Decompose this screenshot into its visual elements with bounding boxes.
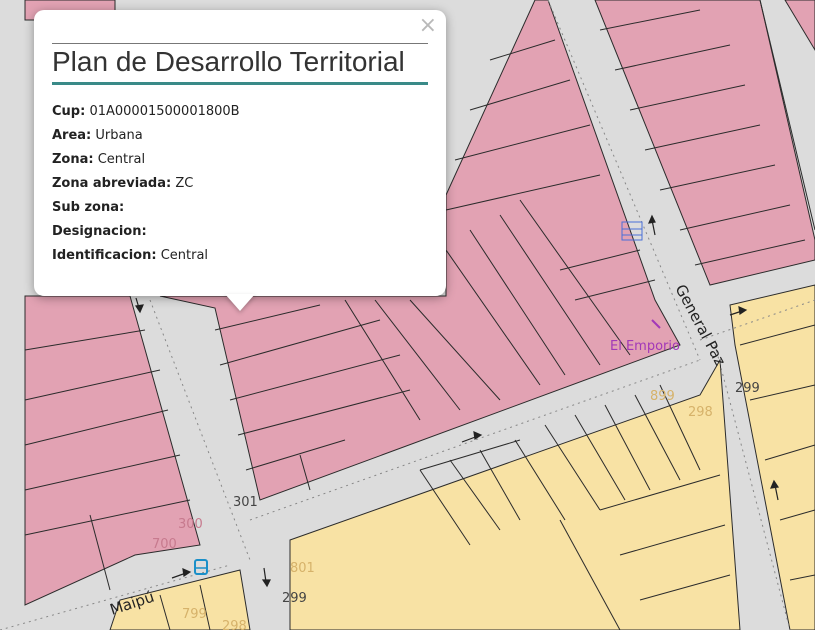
- attribute-label: Identificacion:: [52, 248, 157, 263]
- attribute-list: Cup: 01A00001500001800B Area: Urbana Zon…: [52, 100, 240, 268]
- popup-pointer: [225, 294, 255, 311]
- popup-title: Plan de Desarrollo Territorial: [52, 43, 428, 85]
- attribute-row-zona-abreviada: Zona abreviada: ZC: [52, 172, 240, 196]
- house-number: 301: [233, 495, 258, 510]
- close-icon[interactable]: ×: [419, 15, 437, 37]
- attribute-value: Urbana: [95, 128, 143, 143]
- house-number: 298: [688, 405, 713, 420]
- house-number: 801: [290, 561, 315, 576]
- house-number: 799: [182, 607, 207, 622]
- attribute-label: Area:: [52, 128, 92, 143]
- attribute-value: ZC: [175, 176, 194, 191]
- attribute-value: Central: [160, 248, 209, 263]
- attribute-label: Cup:: [52, 104, 86, 119]
- house-number: 299: [282, 591, 307, 606]
- attribute-row-cup: Cup: 01A00001500001800B: [52, 100, 240, 124]
- attribute-label: Sub zona:: [52, 200, 125, 215]
- attribute-row-zona: Zona: Central: [52, 148, 240, 172]
- poi-label-el-emporio: El Emporio: [610, 339, 680, 354]
- attribute-row-designacion: Designacion:: [52, 220, 240, 244]
- house-number: 700: [152, 537, 177, 552]
- attribute-label: Designacion:: [52, 224, 147, 239]
- attribute-row-area: Area: Urbana: [52, 124, 240, 148]
- attribute-value: 01A00001500001800B: [89, 104, 240, 119]
- house-number: 299: [735, 381, 760, 396]
- map-right-margin: [815, 0, 840, 630]
- attribute-row-identificacion: Identificacion: Central: [52, 244, 240, 268]
- attribute-row-sub-zona: Sub zona:: [52, 196, 240, 220]
- house-number: 300: [178, 517, 203, 532]
- house-number: 899: [650, 389, 675, 404]
- attribute-value: Central: [97, 152, 146, 167]
- attribute-label: Zona:: [52, 152, 94, 167]
- house-number: 298: [222, 619, 247, 630]
- feature-info-popup: × Plan de Desarrollo Territorial Cup: 01…: [34, 10, 446, 296]
- attribute-label: Zona abreviada:: [52, 176, 172, 191]
